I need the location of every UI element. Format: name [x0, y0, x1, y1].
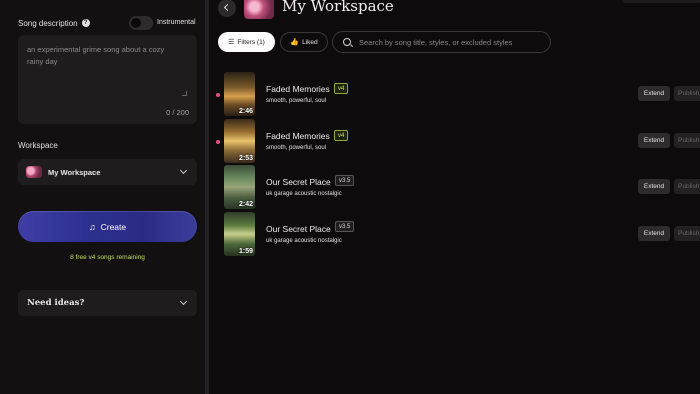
song-description-input[interactable]: an experimental grime song about a cozy … [18, 35, 197, 124]
thumbs-up-icon: 👍 [290, 39, 300, 46]
workspace-label: Workspace [18, 141, 58, 150]
version-badge: v4 [334, 83, 349, 94]
song-duration: 1:59 [238, 248, 253, 255]
back-button[interactable] [218, 0, 236, 17]
create-panel: Song description ? Instrumental an exper… [0, 0, 207, 394]
resize-handle[interactable] [182, 91, 187, 96]
song-duration: 2:46 [238, 108, 253, 115]
workspace-cover [244, 0, 274, 19]
song-cover[interactable]: 2:53 [224, 119, 255, 163]
chevron-down-icon [179, 297, 188, 306]
create-button-label: Create [100, 221, 127, 232]
version-badge: v4 [334, 130, 349, 141]
song-description-label: Song description [18, 18, 78, 28]
music-note-icon: ♫ [88, 221, 96, 232]
extend-button[interactable]: Extend [638, 133, 670, 148]
publish-button[interactable]: Publish [674, 226, 700, 241]
publish-button[interactable]: Publish [674, 86, 700, 101]
page-title: My Workspace [282, 0, 394, 15]
song-title[interactable]: Faded Memories [266, 84, 330, 94]
chevron-left-icon [223, 3, 232, 12]
song-styles: smooth, powerful, soul [266, 98, 327, 104]
workspace-select[interactable]: My Workspace [18, 159, 197, 185]
search-icon [343, 38, 351, 46]
version-badge: v3.5 [335, 221, 355, 232]
character-count: 0 / 200 [166, 108, 189, 117]
extend-button[interactable]: Extend [638, 179, 670, 194]
search-placeholder: Search by song title, styles, or exclude… [359, 37, 513, 47]
need-ideas-dropdown[interactable]: Need ideas? [18, 290, 197, 316]
publish-button[interactable]: Publish [674, 133, 700, 148]
workspace-thumbnail [26, 166, 42, 178]
song-description-placeholder: an experimental grime song about a cozy … [27, 45, 165, 66]
song-cover[interactable]: 1:59 [224, 212, 255, 256]
song-row[interactable]: 2:42 Our Secret Place v3.5 uk garage aco… [216, 165, 700, 209]
free-songs-remaining: 8 free v4 songs remaining [70, 254, 145, 261]
song-styles: smooth, powerful, soul [266, 145, 327, 151]
song-duration: 2:53 [238, 155, 253, 162]
song-row[interactable]: 2:46 Faded Memories v4 smooth, powerful,… [216, 72, 700, 116]
song-styles: uk garage acoustic nostalgic [266, 238, 342, 244]
song-title[interactable]: Our Secret Place [266, 224, 331, 234]
publish-button[interactable]: Publish [674, 179, 700, 194]
extend-button[interactable]: Extend [638, 86, 670, 101]
song-title[interactable]: Faded Memories [266, 131, 330, 141]
new-indicator [216, 93, 220, 97]
liked-label: Liked [302, 38, 318, 46]
instrumental-label: Instrumental [157, 19, 196, 26]
instrumental-toggle[interactable] [129, 16, 153, 30]
filters-label: Filters (1) [237, 38, 265, 46]
song-cover[interactable]: 2:42 [224, 165, 255, 209]
search-input[interactable]: Search by song title, styles, or exclude… [332, 31, 551, 53]
new-indicator [216, 140, 220, 144]
need-ideas-label: Need ideas? [27, 298, 85, 308]
workspace-select-value: My Workspace [48, 167, 101, 177]
create-button[interactable]: ♫ Create [18, 211, 197, 242]
description-header: Song description ? Instrumental [18, 16, 198, 30]
song-styles: uk garage acoustic nostalgic [266, 191, 342, 197]
version-badge: v3.5 [335, 175, 355, 186]
chevron-down-icon [179, 166, 188, 175]
top-right-control[interactable] [622, 0, 700, 3]
toggle-knob [131, 18, 141, 28]
song-title[interactable]: Our Secret Place [266, 177, 331, 187]
liked-button[interactable]: 👍 Liked [280, 32, 328, 52]
extend-button[interactable]: Extend [638, 226, 670, 241]
help-icon[interactable]: ? [81, 19, 90, 27]
song-row[interactable]: 2:53 Faded Memories v4 smooth, powerful,… [216, 119, 700, 163]
song-row[interactable]: 1:59 Our Secret Place v3.5 uk garage aco… [216, 212, 700, 256]
song-duration: 2:42 [238, 201, 253, 208]
filters-button[interactable]: ☰ Filters (1) [218, 32, 275, 52]
panel-divider[interactable] [205, 0, 209, 394]
filter-icon: ☰ [228, 39, 235, 46]
song-cover[interactable]: 2:46 [224, 72, 255, 116]
